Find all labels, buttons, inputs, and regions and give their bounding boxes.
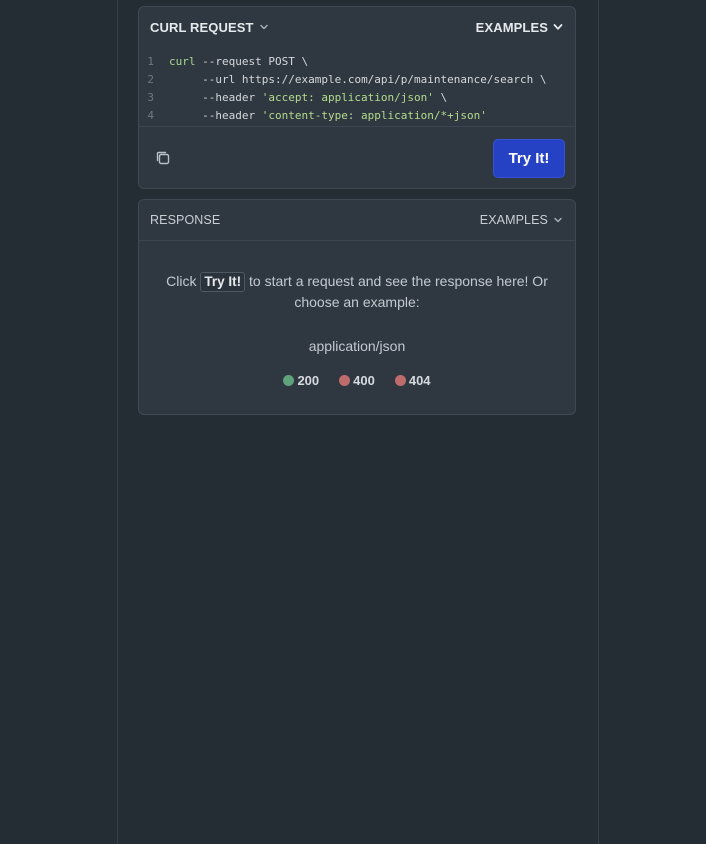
curl-request-panel: CURL REQUEST EXAMPLES 1 curl --request P… <box>138 6 576 189</box>
code-text: https://example.com/api/p/maintenance/se… <box>235 73 547 86</box>
response-header: RESPONSE EXAMPLES <box>139 200 575 240</box>
copy-icon <box>156 151 170 165</box>
curl-request-title: CURL REQUEST <box>150 19 254 35</box>
response-message-before: Click <box>166 273 201 289</box>
code-flag: --request <box>195 55 262 68</box>
chevron-down-icon <box>553 22 563 32</box>
response-title: RESPONSE <box>150 213 221 227</box>
code-line: 4 --header 'content-type: application/*+… <box>139 107 575 125</box>
column-border-right <box>598 0 599 844</box>
code-text: POST \ <box>261 55 309 68</box>
status-dot-error <box>394 375 406 386</box>
request-examples-dropdown[interactable]: EXAMPLES <box>476 20 563 35</box>
status-code-404[interactable]: 404 <box>394 370 431 391</box>
status-dot-success <box>283 375 295 386</box>
curl-request-footer: Try It! <box>139 127 575 188</box>
code-flag: --url <box>169 73 236 86</box>
page: CURL REQUEST EXAMPLES 1 curl --request P… <box>0 0 706 844</box>
response-panel: RESPONSE EXAMPLES Click Try It! to start… <box>138 199 576 415</box>
code-line: 2 --url https://example.com/api/p/mainte… <box>139 71 575 89</box>
line-number: 4 <box>147 109 154 122</box>
code-string: 'content-type: application/*+json' <box>261 109 487 122</box>
curl-request-language-toggle[interactable]: CURL REQUEST <box>150 20 269 35</box>
chevron-down-icon <box>553 215 563 225</box>
status-code-400[interactable]: 400 <box>339 370 375 391</box>
response-examples-dropdown[interactable]: EXAMPLES <box>480 213 563 227</box>
curl-request-header: CURL REQUEST EXAMPLES <box>139 7 575 47</box>
request-examples-label: EXAMPLES <box>475 19 548 35</box>
code-line: 3 --header 'accept: application/json' \ <box>139 89 575 107</box>
try-it-hint: Try It! <box>200 272 246 292</box>
code-string: 'accept: application/json' <box>261 91 434 104</box>
status-code-label: 400 <box>353 373 375 388</box>
code-line: 1 curl --request POST \ <box>139 53 575 71</box>
status-code-label: 404 <box>408 373 431 388</box>
code-text: \ <box>433 91 448 104</box>
chevron-down-icon <box>259 22 269 32</box>
status-dot-error <box>339 375 351 386</box>
code-flag: --header <box>169 109 256 122</box>
try-it-button[interactable]: Try It! <box>493 138 565 178</box>
status-code-label: 200 <box>297 373 320 388</box>
code-flag: --header <box>169 91 256 104</box>
response-media-type: application/json <box>308 338 406 354</box>
line-number: 3 <box>147 91 154 104</box>
line-number: 2 <box>147 73 154 86</box>
status-code-200[interactable]: 200 <box>283 370 319 391</box>
response-examples-label: EXAMPLES <box>479 213 548 227</box>
line-number: 1 <box>147 55 154 68</box>
copy-code-button[interactable] <box>154 149 172 167</box>
column-border-left <box>117 0 118 844</box>
status-code-list: 200 400 404 <box>163 370 551 391</box>
curl-code-block[interactable]: 1 curl --request POST \ 2 --url https://… <box>139 47 575 127</box>
code-command: curl <box>169 55 196 68</box>
response-message-after: to start a request and see the response … <box>245 273 548 310</box>
response-placeholder: Click Try It! to start a request and see… <box>139 241 575 391</box>
